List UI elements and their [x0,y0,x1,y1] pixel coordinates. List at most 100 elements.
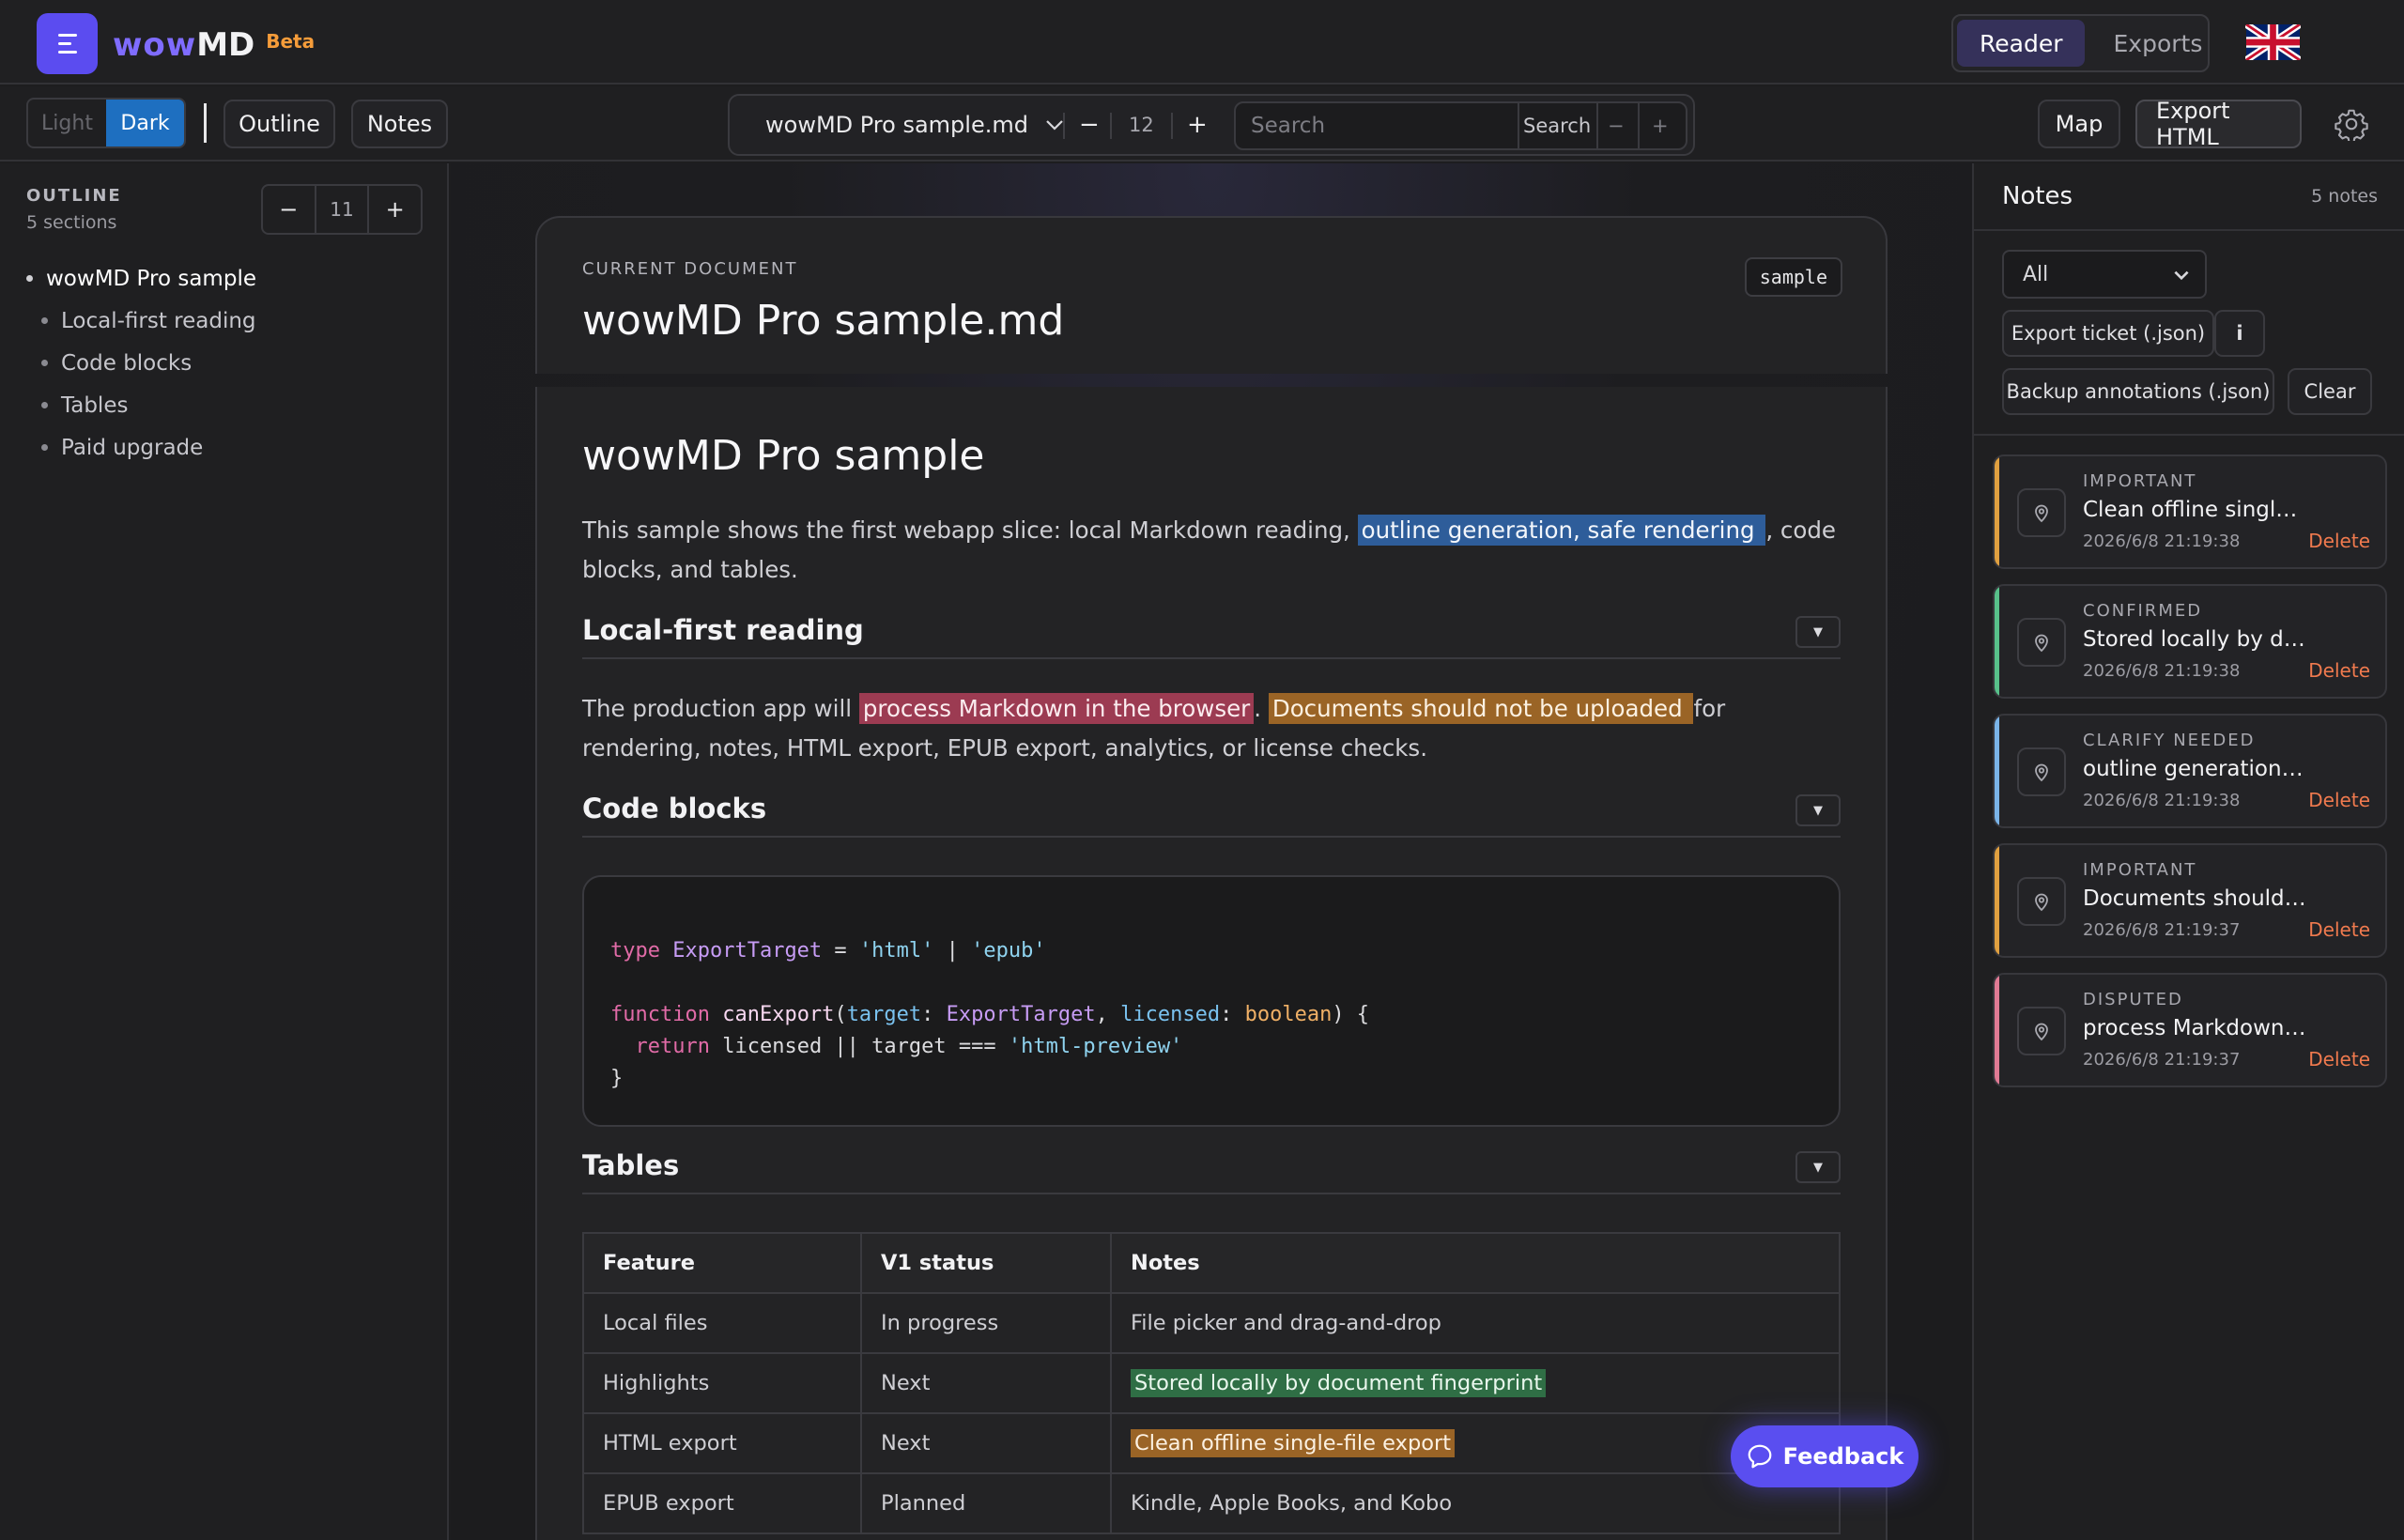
section-heading: Tables [582,1149,680,1181]
notes-filter-select[interactable]: All [2002,250,2207,299]
note-card[interactable]: IMPORTANT Documents should not be upload… [1993,843,2387,958]
outline-item-tables[interactable]: Tables [26,384,256,426]
outline-plus-button[interactable]: + [369,186,421,233]
location-pin-icon[interactable] [2017,747,2066,796]
table-cell: Planned [860,1472,1112,1534]
intro-paragraph: This sample shows the first webapp slice… [582,515,1836,583]
note-delete-button[interactable]: Delete [2308,1048,2370,1070]
bullet-icon [26,275,33,282]
section-code-blocks: Code blocks ▼ [582,789,1841,838]
location-pin-icon[interactable] [2017,1007,2066,1055]
outline-list: wowMD Pro sample Local-first reading Cod… [26,257,256,469]
settings-gear-icon[interactable] [2335,107,2368,144]
outline-item-label: Tables [61,393,129,418]
table-header-row: Feature V1 status Notes [582,1232,1841,1294]
note-delete-button[interactable]: Delete [2308,918,2370,941]
note-delete-button[interactable]: Delete [2308,789,2370,811]
table-row: Highlights Next Stored locally by docume… [582,1352,1841,1414]
code-line: function canExport(target: ExportTarget,… [610,1003,1370,1026]
font-size-value: 12 [1129,114,1154,136]
outline-item-wowmd-pro-sample[interactable]: wowMD Pro sample [26,257,256,300]
note-timestamp: 2026/6/8 21:19:37 [2083,1050,2241,1070]
collapse-toggle-button[interactable]: ▼ [1795,794,1841,826]
clear-notes-button[interactable]: Clear [2288,368,2372,415]
current-document-label: CURRENT DOCUMENT [582,259,798,279]
outline-item-code-blocks[interactable]: Code blocks [26,342,256,384]
document-header: CURRENT DOCUMENT wowMD Pro sample.md sam… [535,216,1888,374]
language-flag-icon[interactable] [2245,24,2301,60]
search-input[interactable]: Search [1251,103,1514,148]
table-cell: File picker and drag-and-drop [1110,1292,1841,1354]
note-color-bar [1995,456,1999,567]
outline-item-paid-upgrade[interactable]: Paid upgrade [26,426,256,469]
tab-reader[interactable]: Reader [1957,20,2086,67]
tab-exports[interactable]: Exports [2090,20,2225,67]
backup-annotations-button[interactable]: Backup annotations (.json) [2002,368,2274,415]
outline-minus-button[interactable]: − [263,186,315,233]
search-next-button[interactable]: + [1652,103,1669,148]
chevron-down-icon [1046,120,1063,131]
highlight-important[interactable]: Clean offline single-file export [1131,1429,1456,1457]
location-pin-icon[interactable] [2017,488,2066,537]
document-tag: sample [1744,257,1842,297]
docbar-separator [1063,113,1065,139]
info-button[interactable]: i [2214,310,2265,357]
section-local-first-reading: Local-first reading ▼ [582,610,1841,659]
note-kind: IMPORTANT [2083,471,2197,491]
font-decrease-button[interactable]: − [1079,96,1100,154]
location-pin-icon[interactable] [2017,877,2066,926]
map-button[interactable]: Map [2038,100,2120,148]
bullet-icon [41,402,48,408]
highlight-disputed[interactable]: process Markdown in the browser [858,693,1255,724]
notes-panel: Notes 5 notes All Export ticket (.json) … [1972,163,2404,1540]
theme-dark-button[interactable]: Dark [106,100,184,146]
chevron-down-icon [2174,270,2189,281]
highlight-important[interactable]: Documents should not be uploaded [1268,693,1694,724]
code-block: type ExportTarget = 'html' | 'epub' func… [582,875,1841,1127]
collapse-toggle-button[interactable]: ▼ [1795,616,1841,648]
outline-item-label: Paid upgrade [61,435,204,460]
highlight-confirmed[interactable]: Stored locally by document fingerprint [1131,1369,1547,1397]
outline-button[interactable]: Outline [223,100,335,148]
note-delete-button[interactable]: Delete [2308,659,2370,682]
outline-item-local-first-reading[interactable]: Local-first reading [26,300,256,342]
notes-button[interactable]: Notes [351,100,448,148]
note-color-bar [1995,845,1999,956]
note-timestamp: 2026/6/8 21:19:38 [2083,791,2241,810]
export-html-button[interactable]: Export HTML [2135,98,2302,150]
export-ticket-button[interactable]: Export ticket (.json) [2002,310,2214,357]
note-text: process Markdown in the browser [2083,1016,2308,1040]
feedback-button[interactable]: Feedback [1731,1425,1919,1487]
location-pin-icon[interactable] [2017,618,2066,667]
font-increase-button[interactable]: + [1187,96,1208,154]
note-timestamp: 2026/6/8 21:19:38 [2083,531,2241,551]
search-button[interactable]: Search [1523,103,1591,148]
table-row: EPUB export Planned Kindle, Apple Books,… [582,1472,1841,1534]
note-delete-button[interactable]: Delete [2308,530,2370,552]
note-card[interactable]: CLARIFY NEEDED outline generation, safe … [1993,714,2387,828]
search-prev-button[interactable]: − [1608,103,1625,148]
document-body: wowMD Pro sample This sample shows the f… [535,387,1888,1540]
chat-bubble-icon [1748,1444,1772,1469]
beta-badge: Beta [266,30,316,53]
table-cell: Next [860,1352,1112,1414]
menu-button[interactable] [37,13,98,74]
document-select[interactable]: wowMD Pro sample.md [765,96,1064,154]
note-card[interactable]: IMPORTANT Clean offline single-file expo… [1993,454,2387,569]
note-text: Clean offline single-file export [2083,498,2308,522]
note-timestamp: 2026/6/8 21:19:37 [2083,920,2241,940]
notes-title: Notes [2002,182,2073,210]
note-text: outline generation, safe rendering [2083,757,2308,781]
theme-light-button[interactable]: Light [28,100,106,146]
note-card[interactable]: DISPUTED process Markdown in the browser… [1993,973,2387,1087]
collapse-toggle-button[interactable]: ▼ [1795,1151,1841,1183]
outline-item-label: Local-first reading [61,308,256,333]
table-cell: HTML export [582,1412,862,1474]
code-line: return licensed || target === 'html-prev… [635,1035,1183,1058]
document-heading: wowMD Pro sample [582,432,985,480]
note-kind: CLARIFY NEEDED [2083,731,2256,750]
note-card[interactable]: CONFIRMED Stored locally by document fin… [1993,584,2387,699]
table-cell: Clean offline single-file export [1110,1412,1841,1474]
highlight-clarify[interactable]: outline generation, safe rendering [1357,515,1766,546]
feedback-label: Feedback [1782,1443,1904,1470]
